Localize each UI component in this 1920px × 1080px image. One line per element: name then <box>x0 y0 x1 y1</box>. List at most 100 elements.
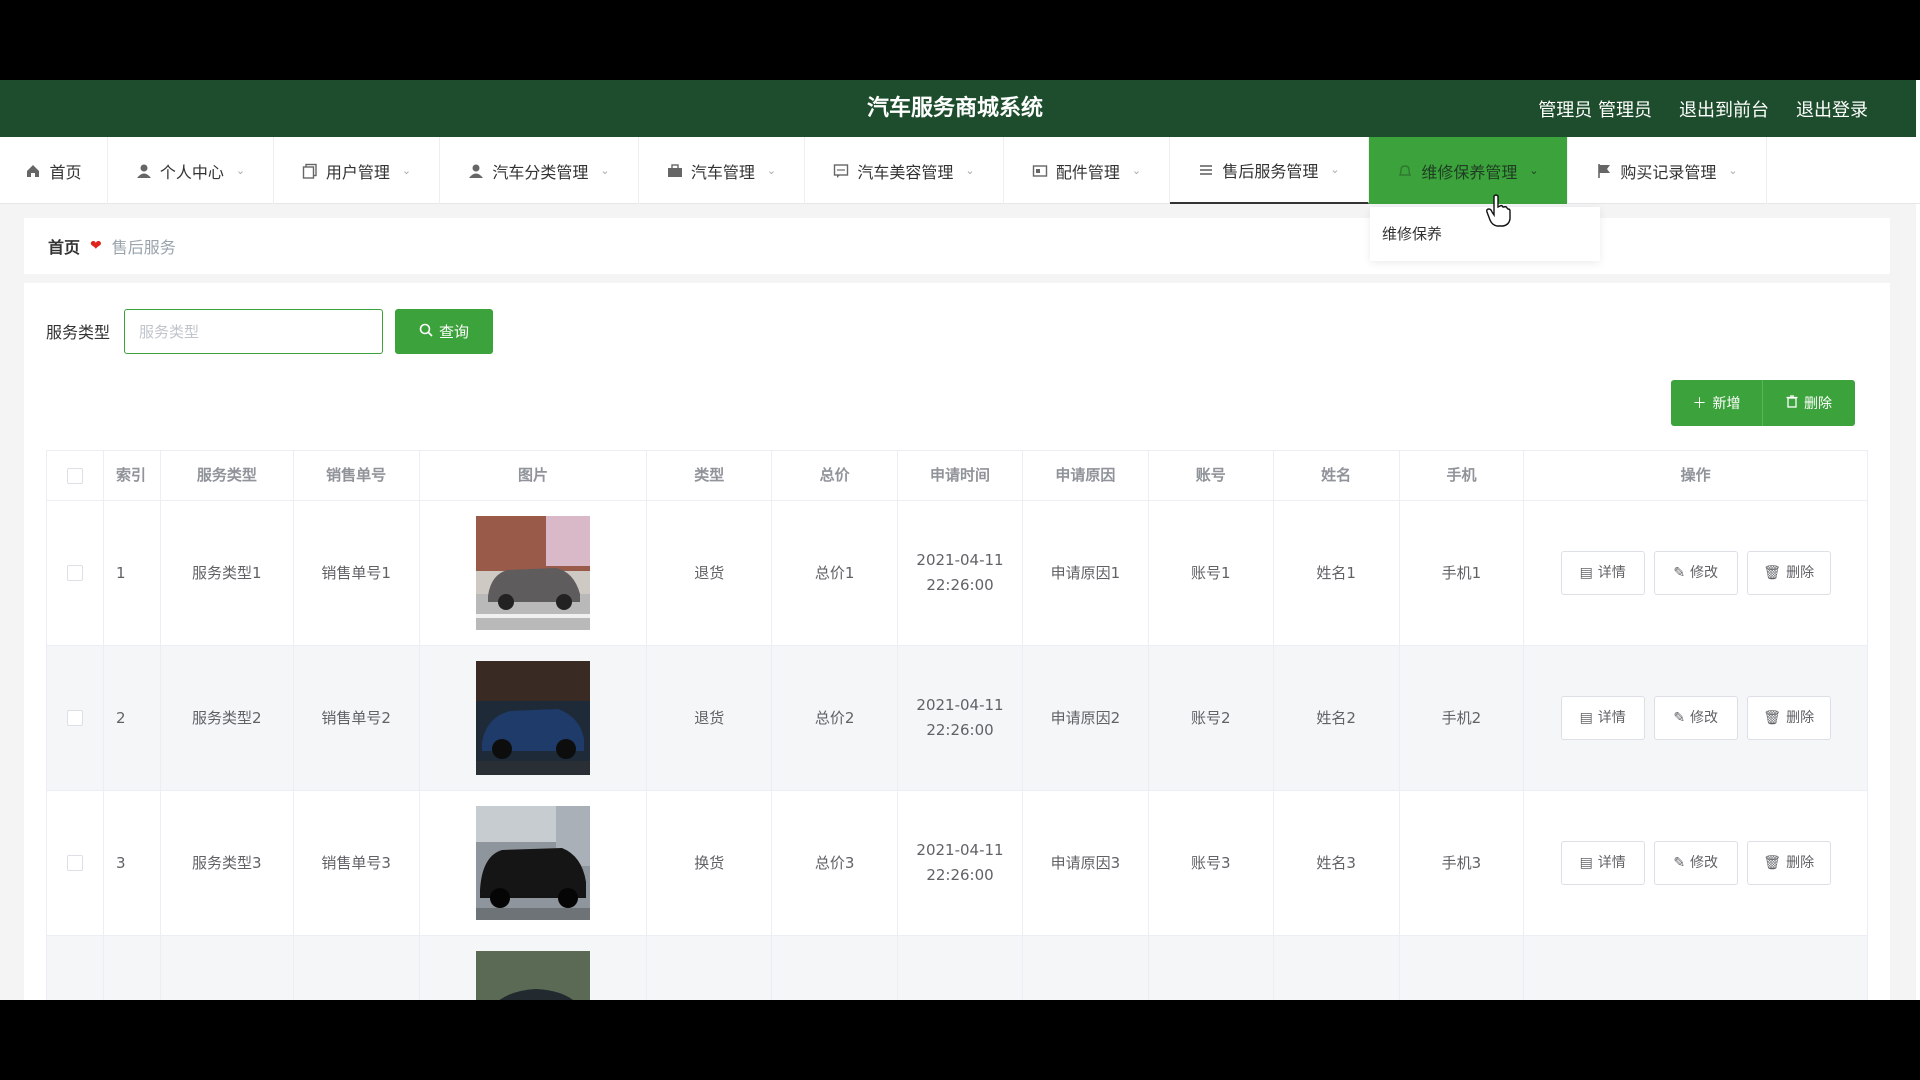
nav-item-personal-center[interactable]: 个人中心 ⌄ <box>108 137 274 204</box>
bell-icon <box>1397 163 1413 179</box>
query-button[interactable]: 查询 <box>395 309 493 354</box>
edit-button[interactable]: ✎修改 <box>1654 841 1738 885</box>
back-to-front-link[interactable]: 退出到前台 <box>1679 96 1769 122</box>
row-checkbox[interactable] <box>67 855 83 871</box>
delete-label: 删除 <box>1786 851 1814 876</box>
plus-icon: ＋ <box>1693 393 1707 413</box>
index-cell <box>104 936 161 1000</box>
table-row: 3 服务类型3 销售单号3 换货 总价3 2021-04-11 <box>47 791 1867 936</box>
detail-button[interactable]: ▤详情 <box>1561 841 1645 885</box>
breadcrumb-home[interactable]: 首页 <box>48 234 80 258</box>
sale-no-cell: 销售单号2 <box>294 646 420 790</box>
nav-item-car-beauty[interactable]: 汽车美容管理 ⌄ <box>805 137 1004 204</box>
breadcrumb: 首页 ❤ 售后服务 <box>24 218 1890 274</box>
phone-cell <box>1400 936 1525 1000</box>
nav-item-after-sales[interactable]: 售后服务管理 ⌄ <box>1170 137 1369 204</box>
nav-label: 汽车美容管理 <box>857 159 953 183</box>
reason-cell: 申请原因3 <box>1023 791 1149 935</box>
row-select-cell <box>47 646 104 790</box>
nav-item-parts-management[interactable]: 配件管理 ⌄ <box>1004 137 1170 204</box>
nav-item-car-management[interactable]: 汽车管理 ⌄ <box>639 137 805 204</box>
admin-user-link[interactable]: 管理员 管理员 <box>1538 96 1652 122</box>
apply-clock: 22:26:00 <box>926 863 993 888</box>
document-icon: ▤ <box>1580 706 1593 731</box>
detail-button[interactable]: ▤详情 <box>1561 696 1645 740</box>
header-index: 索引 <box>104 451 161 500</box>
delete-button[interactable]: 🗑︎删除 <box>1747 551 1831 595</box>
account-cell: 账号2 <box>1149 646 1274 790</box>
delete-button[interactable]: 🗑︎删除 <box>1747 696 1831 740</box>
row-checkbox[interactable] <box>67 565 83 581</box>
kind-cell <box>647 936 772 1000</box>
user-icon <box>136 163 152 179</box>
service-type-input[interactable] <box>124 309 383 354</box>
document-icon: ▤ <box>1580 561 1593 586</box>
row-checkbox[interactable] <box>67 710 83 726</box>
car-thumbnail[interactable] <box>476 516 590 630</box>
apply-time-cell: 2021-04-11 <box>898 936 1023 1000</box>
header-image: 图片 <box>420 451 648 500</box>
dropdown-item-maintenance[interactable]: 维修保养 <box>1382 225 1442 243</box>
edit-button[interactable]: ✎修改 <box>1654 551 1738 595</box>
chevron-down-icon: ⌄ <box>600 164 609 177</box>
service-type-cell: 服务类型2 <box>161 646 294 790</box>
nav-label: 用户管理 <box>326 159 390 183</box>
account-cell <box>1149 936 1274 1000</box>
chevron-down-icon: ⌄ <box>1132 164 1141 177</box>
chevron-down-icon: ⌄ <box>1330 163 1339 176</box>
select-all-checkbox[interactable] <box>67 468 83 484</box>
total-cell: 总价2 <box>772 646 898 790</box>
apply-date: 2021-04-11 <box>916 838 1003 863</box>
name-cell <box>1274 936 1400 1000</box>
account-cell: 账号1 <box>1149 501 1274 645</box>
nav-item-user-management[interactable]: 用户管理 ⌄ <box>274 137 440 204</box>
document-icon: ▤ <box>1580 851 1593 876</box>
account-cell: 账号3 <box>1149 791 1274 935</box>
operations-cell: ▤详情 ✎修改 🗑︎删除 <box>1524 646 1867 790</box>
logout-link[interactable]: 退出登录 <box>1796 96 1868 122</box>
card-icon <box>1032 163 1048 179</box>
window-edge <box>1916 80 1920 1000</box>
add-button[interactable]: ＋ 新增 <box>1671 380 1763 426</box>
app-screen: 汽车服务商城系统 管理员 管理员 退出到前台 退出登录 首页 个人中心 ⌄ 用户… <box>0 80 1920 1000</box>
car-thumbnail[interactable] <box>476 951 590 1000</box>
header-account: 账号 <box>1149 451 1274 500</box>
apply-time-cell: 2021-04-11 22:26:00 <box>898 501 1023 645</box>
detail-button[interactable]: ▤详情 <box>1561 551 1645 595</box>
delete-label: 删除 <box>1786 561 1814 586</box>
index-cell: 1 <box>104 501 161 645</box>
row-select-cell <box>47 791 104 935</box>
total-cell: 总价1 <box>772 501 898 645</box>
reason-cell <box>1023 936 1149 1000</box>
header-phone: 手机 <box>1400 451 1525 500</box>
user-icon <box>468 163 484 179</box>
edit-label: 修改 <box>1690 561 1718 586</box>
edit-button[interactable]: ✎修改 <box>1654 696 1738 740</box>
nav-item-car-category[interactable]: 汽车分类管理 ⌄ <box>440 137 639 204</box>
car-thumbnail[interactable] <box>476 661 590 775</box>
edit-label: 修改 <box>1690 706 1718 731</box>
total-cell: 总价3 <box>772 791 898 935</box>
phone-cell: 手机2 <box>1400 646 1525 790</box>
nav-item-maintenance[interactable]: 维修保养管理 ⌄ <box>1369 137 1568 204</box>
phone-cell: 手机1 <box>1400 501 1525 645</box>
operations-cell <box>1524 936 1867 1000</box>
table-row: 1 服务类型1 销售单号1 退货 总价1 <box>47 501 1867 646</box>
delete-button[interactable]: 🗑︎删除 <box>1747 841 1831 885</box>
name-cell: 姓名2 <box>1274 646 1400 790</box>
apply-clock: 22:26:00 <box>926 573 993 598</box>
nav-label: 配件管理 <box>1056 159 1120 183</box>
batch-delete-button[interactable]: 删除 <box>1763 380 1855 426</box>
chat-icon <box>833 163 849 179</box>
service-type-cell <box>161 936 294 1000</box>
index-cell: 2 <box>104 646 161 790</box>
apply-time-cell: 2021-04-11 22:26:00 <box>898 646 1023 790</box>
nav-item-purchase-records[interactable]: 购买记录管理 ⌄ <box>1568 137 1767 204</box>
car-thumbnail[interactable] <box>476 806 590 920</box>
image-cell <box>420 501 648 645</box>
trash-icon: 🗑︎ <box>1763 851 1781 876</box>
content-panel: 服务类型 查询 ＋ 新增 删除 索引 服务类型 销售单号 图片 <box>24 283 1890 1000</box>
nav-item-home[interactable]: 首页 <box>0 137 108 204</box>
detail-label: 详情 <box>1598 561 1626 586</box>
sale-no-cell <box>294 936 420 1000</box>
